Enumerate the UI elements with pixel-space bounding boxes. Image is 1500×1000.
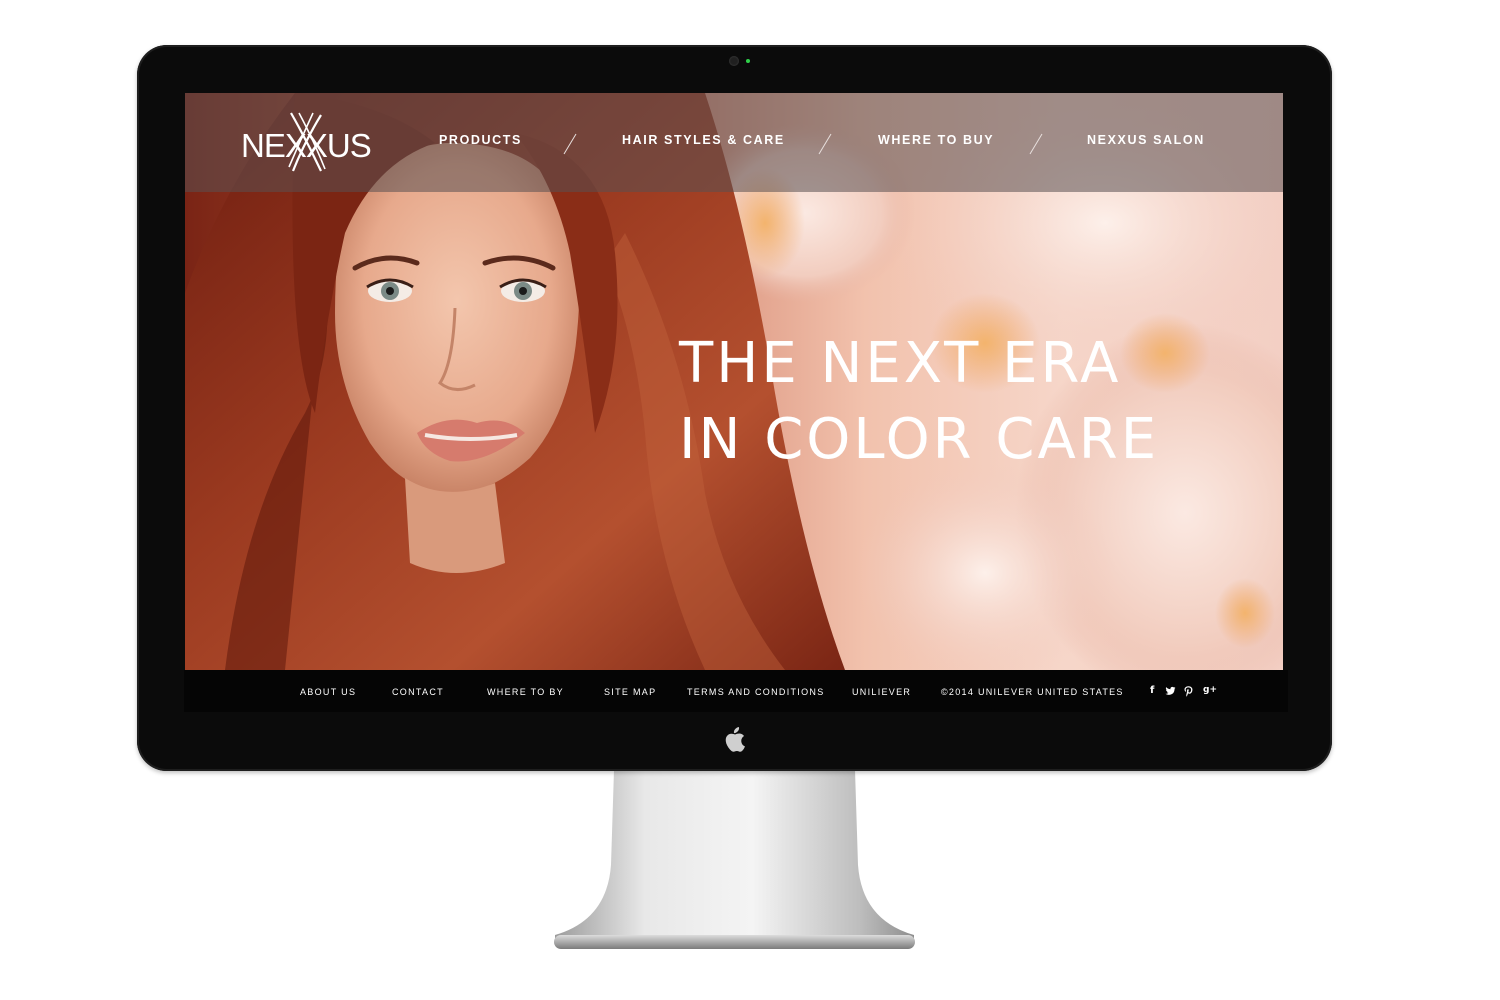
footer-link-where-to-buy[interactable]: WHERE TO BY	[487, 687, 564, 697]
footer-link-about-us[interactable]: ABOUT US	[300, 687, 356, 697]
hero-headline-line-2: IN COLOR CARE	[679, 407, 1160, 472]
nav-item-nexxus-salon[interactable]: NEXXUS SALON	[1087, 133, 1205, 147]
footer-link-site-map[interactable]: SITE MAP	[604, 687, 656, 697]
camera-indicator-light	[746, 59, 750, 63]
facebook-icon[interactable]: f	[1150, 685, 1154, 696]
twitter-icon[interactable]	[1165, 686, 1176, 696]
site-footer: ABOUT US CONTACT WHERE TO BY SITE MAP TE…	[184, 670, 1288, 712]
camera-icon	[729, 56, 739, 66]
nexxus-logo[interactable]: NEXXUS	[241, 111, 372, 173]
nav-separator	[818, 133, 832, 155]
nav-item-hair-styles-care[interactable]: HAIR STYLES & CARE	[622, 133, 785, 147]
top-navigation: NEXXUS PRODUCTS HAIR STYLES & CARE WHERE…	[185, 93, 1283, 192]
website-screen: NEXXUS PRODUCTS HAIR STYLES & CARE WHERE…	[185, 93, 1283, 670]
footer-link-terms-and-conditions[interactable]: TERMS AND CONDITIONS	[687, 687, 825, 697]
footer-link-contact[interactable]: CONTACT	[392, 687, 444, 697]
nav-item-where-to-buy[interactable]: WHERE TO BUY	[878, 133, 994, 147]
footer-link-unilever[interactable]: UNILIEVER	[852, 687, 911, 697]
apple-logo-icon	[725, 727, 745, 752]
nav-separator	[563, 133, 577, 155]
monitor-stand	[554, 770, 915, 949]
pinterest-icon[interactable]	[1184, 686, 1193, 697]
nav-item-products[interactable]: PRODUCTS	[439, 133, 522, 147]
footer-copyright: ©2014 UNILEVER UNITED STATES	[941, 687, 1124, 697]
hero-headline-line-1: THE NEXT ERA	[679, 331, 1122, 396]
nav-separator	[1029, 133, 1043, 155]
logo-wordmark: NEXXUS	[241, 127, 372, 164]
hero-headline: THE NEXT ERA IN COLOR CARE	[679, 326, 1159, 478]
google-plus-icon[interactable]: g+	[1203, 685, 1217, 695]
